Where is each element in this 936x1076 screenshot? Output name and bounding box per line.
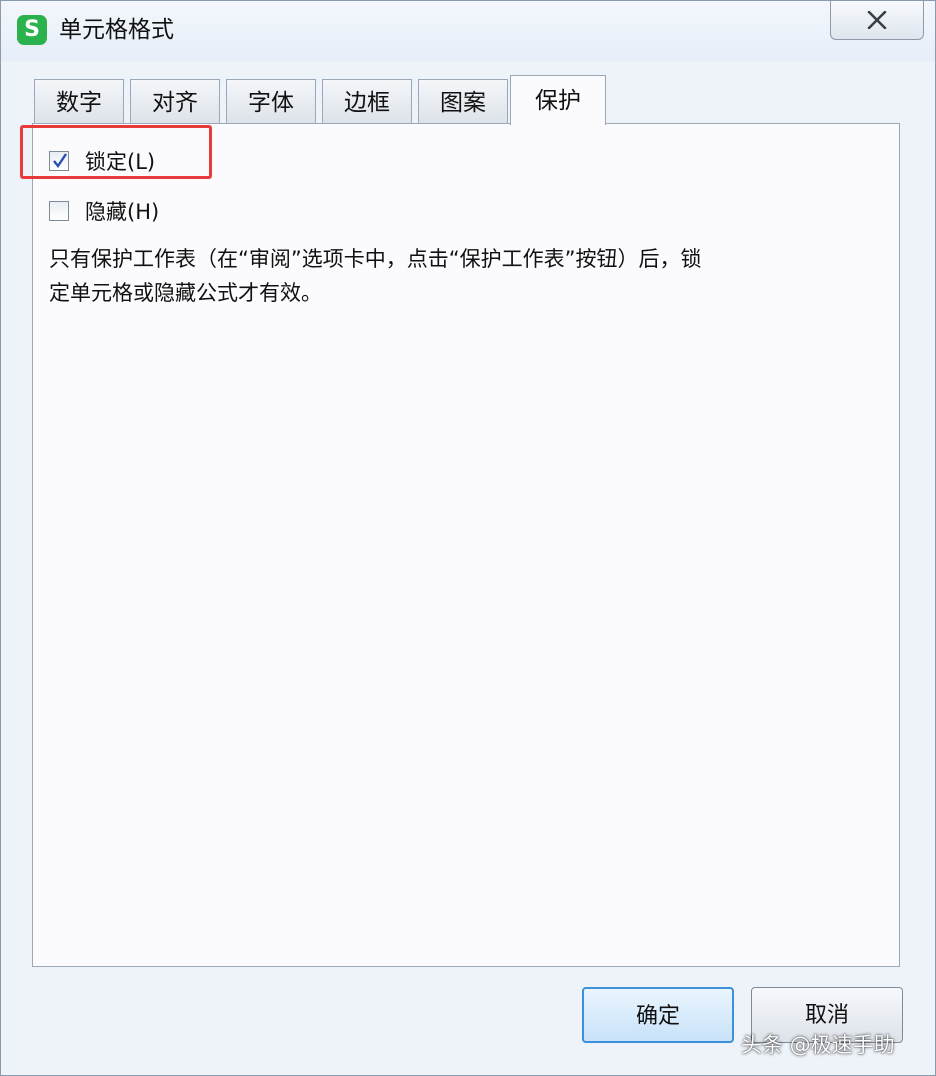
tab-protection[interactable]: 保护 (510, 75, 606, 125)
tab-pattern[interactable]: 图案 (418, 79, 508, 123)
protection-panel: 锁定(L) 隐藏(H) 只有保护工作表（在“审阅”选项卡中，点击“保护工作表”按… (32, 123, 900, 967)
tab-alignment[interactable]: 对齐 (130, 79, 220, 123)
watermark-text: 头条 @极速手助 (741, 1033, 895, 1057)
dialog-title: 单元格格式 (59, 17, 174, 43)
hidden-label: 隐藏(H) (85, 200, 160, 224)
hidden-checkbox[interactable] (49, 201, 69, 221)
highlight-box (20, 125, 212, 179)
format-cells-dialog: S 单元格格式 数字 对齐 字体 边框 图案 保护 锁定(L) 隐藏(H) 只有… (0, 0, 936, 1076)
note-line-2: 定单元格或隐藏公式才有效。 (49, 281, 322, 305)
title-bar[interactable]: S 单元格格式 (1, 1, 935, 61)
close-icon (867, 11, 887, 29)
tab-font[interactable]: 字体 (226, 79, 316, 123)
wps-spreadsheet-icon: S (17, 15, 47, 45)
tab-number[interactable]: 数字 (34, 79, 124, 123)
protection-note: 只有保护工作表（在“审阅”选项卡中，点击“保护工作表”按钮）后，锁 定单元格或隐… (49, 242, 859, 310)
hidden-option[interactable]: 隐藏(H) (49, 196, 159, 226)
tab-border[interactable]: 边框 (322, 79, 412, 123)
ok-button[interactable]: 确定 (582, 987, 734, 1043)
close-button[interactable] (830, 1, 924, 40)
note-line-1: 只有保护工作表（在“审阅”选项卡中，点击“保护工作表”按钮）后，锁 (49, 247, 702, 271)
